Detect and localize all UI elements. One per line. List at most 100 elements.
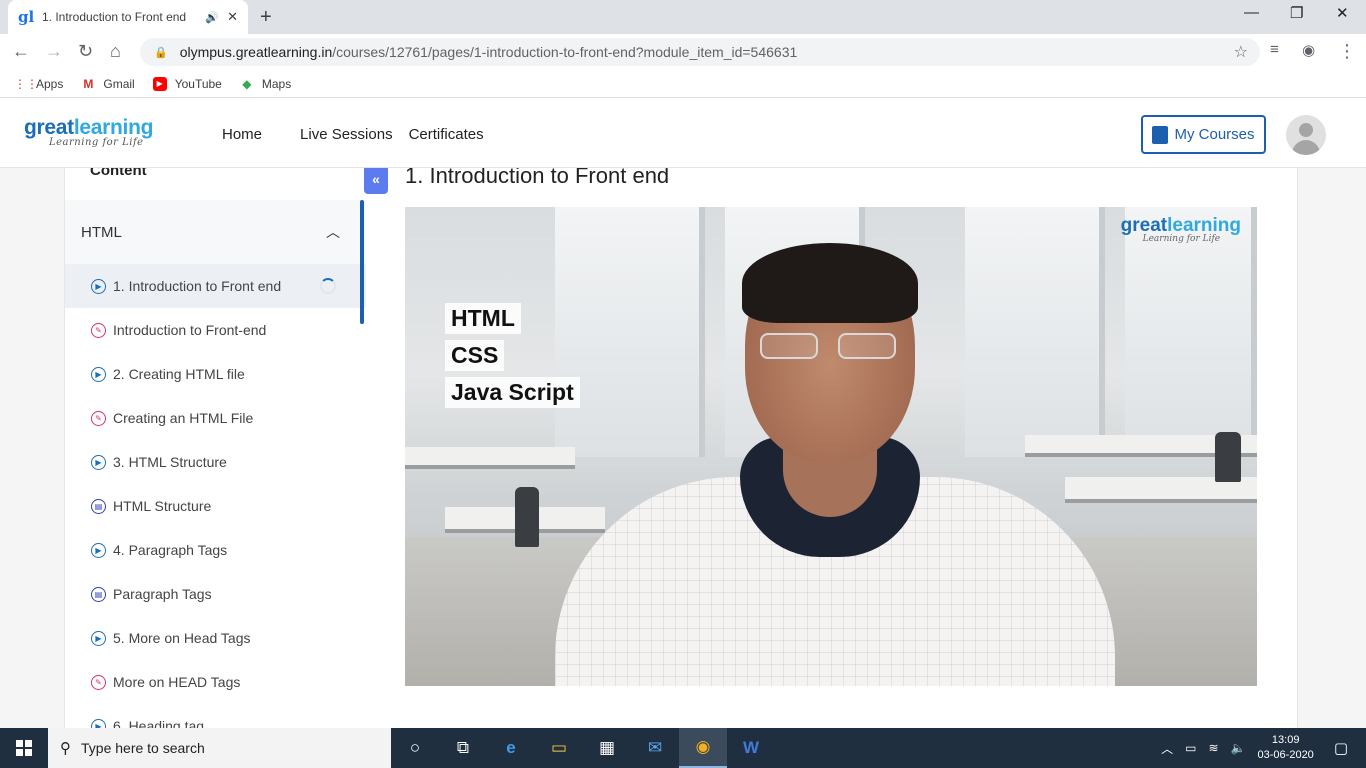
bookmark-apps[interactable]: ⋮⋮ Apps	[14, 77, 63, 91]
menu-dots-icon[interactable]: ⋮	[1338, 41, 1356, 62]
reload-icon[interactable]: ↻	[78, 41, 93, 62]
my-courses-button[interactable]: My Courses	[1141, 115, 1266, 154]
video-label-css: CSS	[445, 340, 505, 371]
quiz-icon: ✎	[91, 674, 106, 690]
volume-icon[interactable]: 🔈	[1231, 741, 1246, 755]
user-avatar[interactable]	[1286, 115, 1326, 155]
quiz-icon: ✎	[91, 322, 106, 338]
sidebar-item[interactable]: ▶ 5. More on Head Tags	[65, 616, 366, 660]
my-courses-label: My Courses	[1174, 126, 1255, 143]
sidebar-item[interactable]: ▤ HTML Structure	[65, 484, 366, 528]
logo-text-great: great	[24, 116, 74, 139]
sidebar-item[interactable]: ✎ Creating an HTML File	[65, 396, 366, 440]
play-icon: ▶	[91, 718, 106, 728]
play-icon: ▶	[91, 542, 106, 558]
logo-text-learning: learning	[73, 116, 154, 139]
page-content: Content HTML ︿ ▶ 1. Introduction to Fron…	[0, 168, 1366, 728]
sidebar-item[interactable]: ▶ 4. Paragraph Tags	[65, 528, 366, 572]
maps-icon: ◆	[242, 76, 252, 91]
browser-tab[interactable]: gl 1. Introduction to Front end 🔊 ✕	[8, 0, 248, 34]
word-icon[interactable]: W	[727, 728, 775, 768]
sidebar-item[interactable]: ✎ More on HEAD Tags	[65, 660, 366, 704]
sidebar-item[interactable]: ✎ Introduction to Front-end	[65, 308, 366, 352]
media-control-icon[interactable]: ≡	[1270, 41, 1279, 58]
video-watermark-logo: greatlearning Learning for Life	[1120, 215, 1241, 244]
forward-icon[interactable]: →	[45, 41, 63, 62]
start-button[interactable]	[0, 728, 48, 768]
play-icon: ▶	[91, 366, 106, 382]
sidebar-item[interactable]: ▶ 2. Creating HTML file	[65, 352, 366, 396]
apps-grid-icon: ⋮⋮	[14, 76, 38, 91]
nav-home[interactable]: Home	[222, 126, 262, 143]
windows-logo-icon	[16, 740, 32, 756]
greatlearning-favicon-icon: gl	[18, 8, 35, 26]
mail-icon[interactable]: ✉	[631, 728, 679, 768]
nav-live-sessions[interactable]: Live Sessions	[300, 126, 393, 143]
bookmarks-bar: ⋮⋮ Apps M Gmail ▶ YouTube ◆ Maps	[0, 70, 1366, 98]
bookmark-gmail[interactable]: M Gmail	[81, 77, 134, 91]
audio-playing-icon[interactable]: 🔊	[205, 11, 219, 24]
video-label-html: HTML	[445, 303, 521, 334]
sidebar-item[interactable]: ▤ Paragraph Tags	[65, 572, 366, 616]
presenter-figure	[555, 243, 1115, 686]
sidebar-item[interactable]: ▶ 1. Introduction to Front end	[65, 264, 366, 308]
system-tray: ︿ ▭ ≋ 🔈 13:09 03-06-2020 ▢	[1155, 728, 1366, 768]
document-icon: ▤	[91, 586, 106, 602]
browser-toolbar: ← → ↻ ⌂ 🔒 olympus.greatlearning.in /cour…	[0, 34, 1366, 70]
clock-date: 03-06-2020	[1257, 749, 1314, 761]
sidebar-item[interactable]: ▶ 6. Heading tag	[65, 704, 366, 728]
sidebar-heading: Content	[90, 168, 147, 179]
book-icon	[1152, 125, 1169, 144]
edge-icon[interactable]: e	[487, 728, 535, 768]
greatlearning-logo[interactable]: greatlearning Learning for Life	[24, 116, 153, 148]
chevron-up-icon[interactable]: ︿	[326, 222, 340, 242]
course-content-sidebar: Content HTML ︿ ▶ 1. Introduction to Fron…	[64, 168, 366, 728]
site-header: greatlearning Learning for Life Home Liv…	[0, 98, 1366, 168]
play-icon: ▶	[91, 278, 106, 294]
bookmark-maps[interactable]: ◆ Maps	[240, 77, 291, 91]
sidebar-item[interactable]: ▶ 3. HTML Structure	[65, 440, 366, 484]
cortana-icon[interactable]: ○	[391, 728, 439, 768]
home-icon[interactable]: ⌂	[110, 41, 121, 62]
back-icon[interactable]: ←	[12, 41, 30, 62]
module-header-html[interactable]: HTML ︿	[65, 200, 366, 264]
clock[interactable]: 13:09 03-06-2020	[1258, 733, 1314, 763]
logo-tagline: Learning for Life	[49, 137, 144, 148]
browser-tab-strip: gl 1. Introduction to Front end 🔊 ✕ + — …	[0, 0, 1366, 34]
windows-taskbar: ⚲ Type here to search ○ ⧉ e ▭ ▦ ✉ ◉ W ︿ …	[0, 728, 1366, 768]
profile-avatar-icon[interactable]: ◉	[1302, 41, 1315, 59]
sidebar-scrollbar[interactable]	[360, 200, 364, 324]
store-icon[interactable]: ▦	[583, 728, 631, 768]
gmail-icon: M	[83, 76, 94, 91]
collapse-sidebar-button[interactable]: «	[364, 168, 388, 194]
clock-time: 13:09	[1271, 734, 1300, 746]
bookmark-star-icon[interactable]: ☆	[1234, 42, 1248, 62]
minimize-icon[interactable]: —	[1244, 4, 1259, 21]
nav-certificates[interactable]: Certificates	[409, 126, 484, 143]
taskbar-search-placeholder: Type here to search	[81, 740, 205, 756]
play-icon: ▶	[91, 630, 106, 646]
battery-icon[interactable]: ▭	[1185, 741, 1196, 755]
close-tab-icon[interactable]: ✕	[227, 9, 238, 25]
video-player[interactable]: greatlearning Learning for Life HTML CSS…	[405, 207, 1257, 686]
loading-spinner-icon	[320, 278, 336, 294]
restore-icon[interactable]: ❐	[1290, 4, 1303, 22]
lock-icon: 🔒	[154, 46, 168, 59]
task-view-icon[interactable]: ⧉	[439, 728, 487, 768]
chrome-icon[interactable]: ◉	[679, 728, 727, 768]
wifi-icon[interactable]: ≋	[1209, 741, 1219, 755]
tab-title: 1. Introduction to Front end	[42, 10, 187, 24]
notifications-icon[interactable]: ▢	[1334, 739, 1348, 757]
taskbar-search[interactable]: ⚲ Type here to search	[48, 728, 391, 768]
youtube-icon: ▶	[152, 76, 167, 91]
play-icon: ▶	[91, 454, 106, 470]
document-icon: ▤	[91, 498, 106, 514]
close-window-icon[interactable]: ✕	[1336, 4, 1349, 22]
main-nav: Home Live Sessions Certificates	[222, 126, 522, 143]
chevron-up-icon[interactable]: ︿	[1161, 740, 1173, 757]
lesson-title: 1. Introduction to Front end	[405, 168, 670, 188]
address-bar[interactable]: 🔒 olympus.greatlearning.in /courses/1276…	[140, 38, 1260, 66]
bookmark-youtube[interactable]: ▶ YouTube	[152, 76, 222, 91]
file-explorer-icon[interactable]: ▭	[535, 728, 583, 768]
new-tab-button[interactable]: +	[260, 6, 272, 29]
